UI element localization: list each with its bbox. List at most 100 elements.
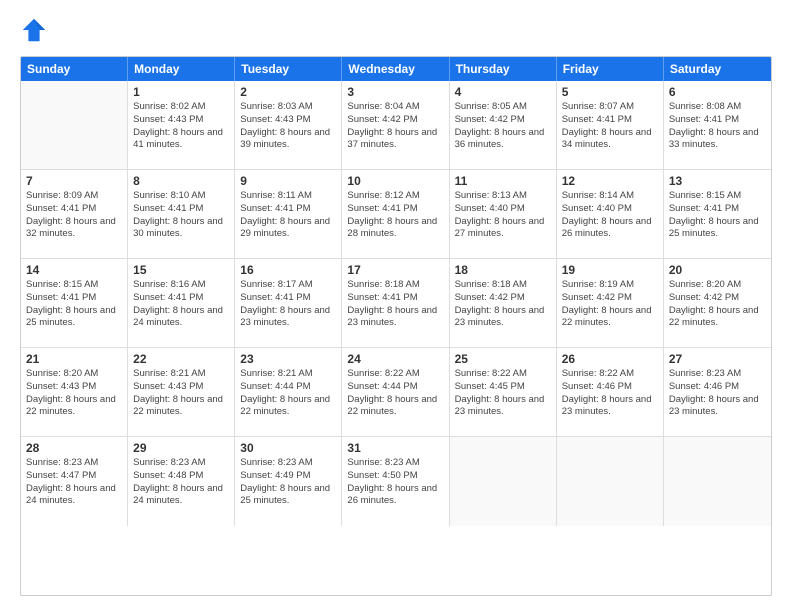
header — [20, 16, 772, 44]
calendar-cell — [664, 437, 771, 526]
calendar-cell: 2 Sunrise: 8:03 AMSunset: 4:43 PMDaylight… — [235, 81, 342, 169]
calendar-cell: 5 Sunrise: 8:07 AMSunset: 4:41 PMDaylight… — [557, 81, 664, 169]
day-number: 3 — [347, 85, 443, 99]
day-info: Sunrise: 8:21 AMSunset: 4:43 PMDaylight:… — [133, 368, 229, 419]
calendar-cell: 31 Sunrise: 8:23 AMSunset: 4:50 PMDayligh… — [342, 437, 449, 526]
day-info: Sunrise: 8:23 AMSunset: 4:47 PMDaylight:… — [26, 457, 122, 508]
calendar-cell: 18Sunrise: 8:18 AMSunset: 4:42 PMDayligh… — [450, 259, 557, 347]
day-info: Sunrise: 8:22 AMSunset: 4:44 PMDaylight:… — [347, 368, 443, 419]
calendar-cell: 15Sunrise: 8:16 AMSunset: 4:41 PMDayligh… — [128, 259, 235, 347]
weekday-header: Sunday — [21, 57, 128, 81]
calendar-cell: 4Sunrise: 8:05 AMSunset: 4:42 PMDaylight… — [450, 81, 557, 169]
day-number: 17 — [347, 263, 443, 277]
day-info: Sunrise: 8:18 AMSunset: 4:41 PMDaylight:… — [347, 279, 443, 330]
day-number: 8 — [133, 174, 229, 188]
day-number: 22 — [133, 352, 229, 366]
day-info: Sunrise: 8:23 AMSunset: 4:48 PMDaylight:… — [133, 457, 229, 508]
weekday-header: Saturday — [664, 57, 771, 81]
day-info: Sunrise: 8:22 AMSunset: 4:46 PMDaylight:… — [562, 368, 658, 419]
calendar-cell — [450, 437, 557, 526]
weekday-header: Tuesday — [235, 57, 342, 81]
weekday-header: Wednesday — [342, 57, 449, 81]
day-number: 27 — [669, 352, 766, 366]
calendar-cell: 28 Sunrise: 8:23 AMSunset: 4:47 PMDayligh… — [21, 437, 128, 526]
day-number: 10 — [347, 174, 443, 188]
day-info: Sunrise: 8:07 AMSunset: 4:41 PMDaylight:… — [562, 101, 658, 152]
day-number: 28 — [26, 441, 122, 455]
calendar-cell: 27Sunrise: 8:23 AMSunset: 4:46 PMDayligh… — [664, 348, 771, 436]
day-info: Sunrise: 8:13 AMSunset: 4:40 PMDaylight:… — [455, 190, 551, 241]
calendar-cell: 24 Sunrise: 8:22 AMSunset: 4:44 PMDayligh… — [342, 348, 449, 436]
calendar-row: 14 Sunrise: 8:15 AMSunset: 4:41 PMDayligh… — [21, 259, 771, 348]
day-info: Sunrise: 8:17 AMSunset: 4:41 PMDaylight:… — [240, 279, 336, 330]
calendar-cell: 23 Sunrise: 8:21 AMSunset: 4:44 PMDayligh… — [235, 348, 342, 436]
calendar-cell — [557, 437, 664, 526]
day-info: Sunrise: 8:15 AMSunset: 4:41 PMDaylight:… — [669, 190, 766, 241]
day-info: Sunrise: 8:23 AMSunset: 4:49 PMDaylight:… — [240, 457, 336, 508]
calendar-cell: 20 Sunrise: 8:20 AMSunset: 4:42 PMDayligh… — [664, 259, 771, 347]
day-number: 13 — [669, 174, 766, 188]
calendar-cell: 12 Sunrise: 8:14 AMSunset: 4:40 PMDayligh… — [557, 170, 664, 258]
calendar-cell: 9Sunrise: 8:11 AMSunset: 4:41 PMDaylight… — [235, 170, 342, 258]
day-number: 2 — [240, 85, 336, 99]
calendar-cell: 3 Sunrise: 8:04 AMSunset: 4:42 PMDaylight… — [342, 81, 449, 169]
calendar-cell: 30 Sunrise: 8:23 AMSunset: 4:49 PMDayligh… — [235, 437, 342, 526]
calendar-cell: 6 Sunrise: 8:08 AMSunset: 4:41 PMDaylight… — [664, 81, 771, 169]
day-number: 11 — [455, 174, 551, 188]
day-number: 24 — [347, 352, 443, 366]
day-info: Sunrise: 8:20 AMSunset: 4:42 PMDaylight:… — [669, 279, 766, 330]
day-number: 31 — [347, 441, 443, 455]
day-number: 4 — [455, 85, 551, 99]
calendar-cell: 14 Sunrise: 8:15 AMSunset: 4:41 PMDayligh… — [21, 259, 128, 347]
day-info: Sunrise: 8:21 AMSunset: 4:44 PMDaylight:… — [240, 368, 336, 419]
day-number: 21 — [26, 352, 122, 366]
day-number: 1 — [133, 85, 229, 99]
calendar-cell: 1Sunrise: 8:02 AMSunset: 4:43 PMDaylight… — [128, 81, 235, 169]
day-number: 16 — [240, 263, 336, 277]
day-number: 20 — [669, 263, 766, 277]
calendar-cell — [21, 81, 128, 169]
calendar-row: 28 Sunrise: 8:23 AMSunset: 4:47 PMDayligh… — [21, 437, 771, 526]
logo — [20, 16, 52, 44]
weekday-header: Thursday — [450, 57, 557, 81]
day-info: Sunrise: 8:10 AMSunset: 4:41 PMDaylight:… — [133, 190, 229, 241]
logo-icon — [20, 16, 48, 44]
day-info: Sunrise: 8:20 AMSunset: 4:43 PMDaylight:… — [26, 368, 122, 419]
calendar-cell: 17 Sunrise: 8:18 AMSunset: 4:41 PMDayligh… — [342, 259, 449, 347]
day-number: 12 — [562, 174, 658, 188]
day-info: Sunrise: 8:23 AMSunset: 4:50 PMDaylight:… — [347, 457, 443, 508]
day-number: 26 — [562, 352, 658, 366]
calendar-cell: 26 Sunrise: 8:22 AMSunset: 4:46 PMDayligh… — [557, 348, 664, 436]
calendar-row: 21 Sunrise: 8:20 AMSunset: 4:43 PMDayligh… — [21, 348, 771, 437]
day-number: 19 — [562, 263, 658, 277]
day-number: 30 — [240, 441, 336, 455]
day-info: Sunrise: 8:14 AMSunset: 4:40 PMDaylight:… — [562, 190, 658, 241]
calendar-cell: 29 Sunrise: 8:23 AMSunset: 4:48 PMDayligh… — [128, 437, 235, 526]
calendar-body: 1Sunrise: 8:02 AMSunset: 4:43 PMDaylight… — [21, 81, 771, 526]
day-info: Sunrise: 8:19 AMSunset: 4:42 PMDaylight:… — [562, 279, 658, 330]
calendar-cell: 7Sunrise: 8:09 AMSunset: 4:41 PMDaylight… — [21, 170, 128, 258]
calendar-header: SundayMondayTuesdayWednesdayThursdayFrid… — [21, 57, 771, 81]
day-number: 9 — [240, 174, 336, 188]
calendar-cell: 19 Sunrise: 8:19 AMSunset: 4:42 PMDayligh… — [557, 259, 664, 347]
calendar-cell: 11 Sunrise: 8:13 AMSunset: 4:40 PMDayligh… — [450, 170, 557, 258]
day-info: Sunrise: 8:04 AMSunset: 4:42 PMDaylight:… — [347, 101, 443, 152]
weekday-header: Friday — [557, 57, 664, 81]
page: SundayMondayTuesdayWednesdayThursdayFrid… — [0, 0, 792, 612]
calendar-cell: 21 Sunrise: 8:20 AMSunset: 4:43 PMDayligh… — [21, 348, 128, 436]
weekday-header: Monday — [128, 57, 235, 81]
day-number: 25 — [455, 352, 551, 366]
day-info: Sunrise: 8:03 AMSunset: 4:43 PMDaylight:… — [240, 101, 336, 152]
day-number: 23 — [240, 352, 336, 366]
day-number: 6 — [669, 85, 766, 99]
day-info: Sunrise: 8:08 AMSunset: 4:41 PMDaylight:… — [669, 101, 766, 152]
calendar-cell: 22 Sunrise: 8:21 AMSunset: 4:43 PMDayligh… — [128, 348, 235, 436]
calendar-cell: 16 Sunrise: 8:17 AMSunset: 4:41 PMDayligh… — [235, 259, 342, 347]
calendar-row: 1Sunrise: 8:02 AMSunset: 4:43 PMDaylight… — [21, 81, 771, 170]
day-number: 14 — [26, 263, 122, 277]
day-info: Sunrise: 8:15 AMSunset: 4:41 PMDaylight:… — [26, 279, 122, 330]
calendar-cell: 13 Sunrise: 8:15 AMSunset: 4:41 PMDayligh… — [664, 170, 771, 258]
day-number: 29 — [133, 441, 229, 455]
calendar-cell: 10Sunrise: 8:12 AMSunset: 4:41 PMDayligh… — [342, 170, 449, 258]
day-number: 5 — [562, 85, 658, 99]
